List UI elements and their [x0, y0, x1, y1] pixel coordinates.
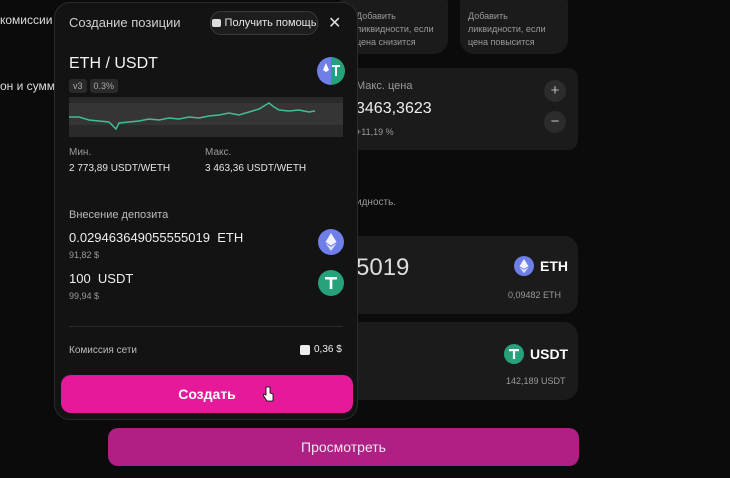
max-price-value: 3 463,36 USDT/WETH [205, 163, 307, 174]
get-help-button[interactable]: Получить помощь [210, 11, 318, 35]
chat-icon [211, 19, 221, 27]
max-price-value: 3463,3623 [356, 100, 432, 117]
eth-deposit-card: 5019 ETH 0,09482 ETH [340, 236, 578, 314]
version-badge: v3 [69, 79, 87, 93]
eth-token-selector[interactable]: ETH [514, 256, 568, 276]
deposit-label: Внесение депозита [69, 209, 169, 221]
pool-badges: v3 0.3% [69, 76, 121, 94]
usdt-token-label: USDT [530, 346, 569, 362]
increase-max-price-button[interactable]: + [544, 80, 566, 102]
usdt-icon [504, 344, 524, 364]
usdt-deposit-amount: 100 USDT [69, 271, 134, 286]
pair-name: ETH / USDT [69, 55, 158, 72]
usdt-icon [318, 270, 344, 296]
liquidity-note: идность. [356, 197, 397, 208]
background-range-text: он и сумм [0, 79, 56, 93]
max-price-change: +11,19 % [356, 127, 394, 137]
network-fee-label: Комиссия сети [69, 345, 138, 356]
high-range-card[interactable]: Добавить ликвидности, если цена повыситс… [460, 0, 568, 54]
network-fee: 0,36 $ [300, 344, 342, 355]
close-icon[interactable]: ✕ [328, 13, 341, 33]
usdt-deposit-usd: 99,94 $ [69, 291, 100, 301]
eth-icon [318, 229, 344, 255]
fee-tier-badge: 0.3% [89, 79, 119, 93]
decrease-max-price-button[interactable]: − [544, 111, 566, 133]
review-button[interactable]: Просмотреть [108, 428, 579, 466]
pair-icons [317, 57, 345, 85]
max-price-card: Макс. цена 3463,3623 +11,19 % + − [340, 68, 578, 150]
create-position-modal: Создание позиции Получить помощь ✕ ETH /… [54, 2, 358, 420]
price-range-chart [69, 97, 343, 137]
min-price-value: 2 773,89 USDT/WETH [69, 163, 171, 174]
network-fee-value: 0,36 $ [314, 344, 342, 355]
eth-deposit-usd: 91,82 $ [69, 250, 100, 260]
eth-deposit-amount[interactable]: 5019 [356, 254, 409, 282]
low-range-text: Добавить ликвидности, если цена снизится [356, 11, 434, 47]
max-price-label: Макс. [205, 147, 232, 158]
create-button[interactable]: Создать [61, 375, 353, 413]
get-help-label: Получить помощь [224, 17, 317, 29]
eth-icon [514, 256, 534, 276]
max-price-label: Макс. цена [356, 80, 413, 92]
divider [69, 326, 343, 327]
background-fee-text: комиссии [0, 13, 53, 27]
usdt-token-selector[interactable]: USDT [504, 344, 568, 364]
usdt-deposit-card: USDT 142,189 USDT [340, 322, 578, 400]
eth-deposit-amount: 0.029463649055555019 ETH [69, 230, 244, 245]
cursor-icon [262, 386, 275, 407]
usdt-balance: 142,189 USDT [506, 376, 566, 386]
eth-token-label: ETH [540, 258, 568, 274]
modal-title: Создание позиции [69, 15, 181, 30]
min-price-label: Мин. [69, 147, 92, 158]
gas-icon [300, 344, 310, 355]
high-range-text: Добавить ликвидности, если цена повыситс… [468, 11, 546, 47]
eth-balance: 0,09482 ETH [508, 290, 562, 300]
